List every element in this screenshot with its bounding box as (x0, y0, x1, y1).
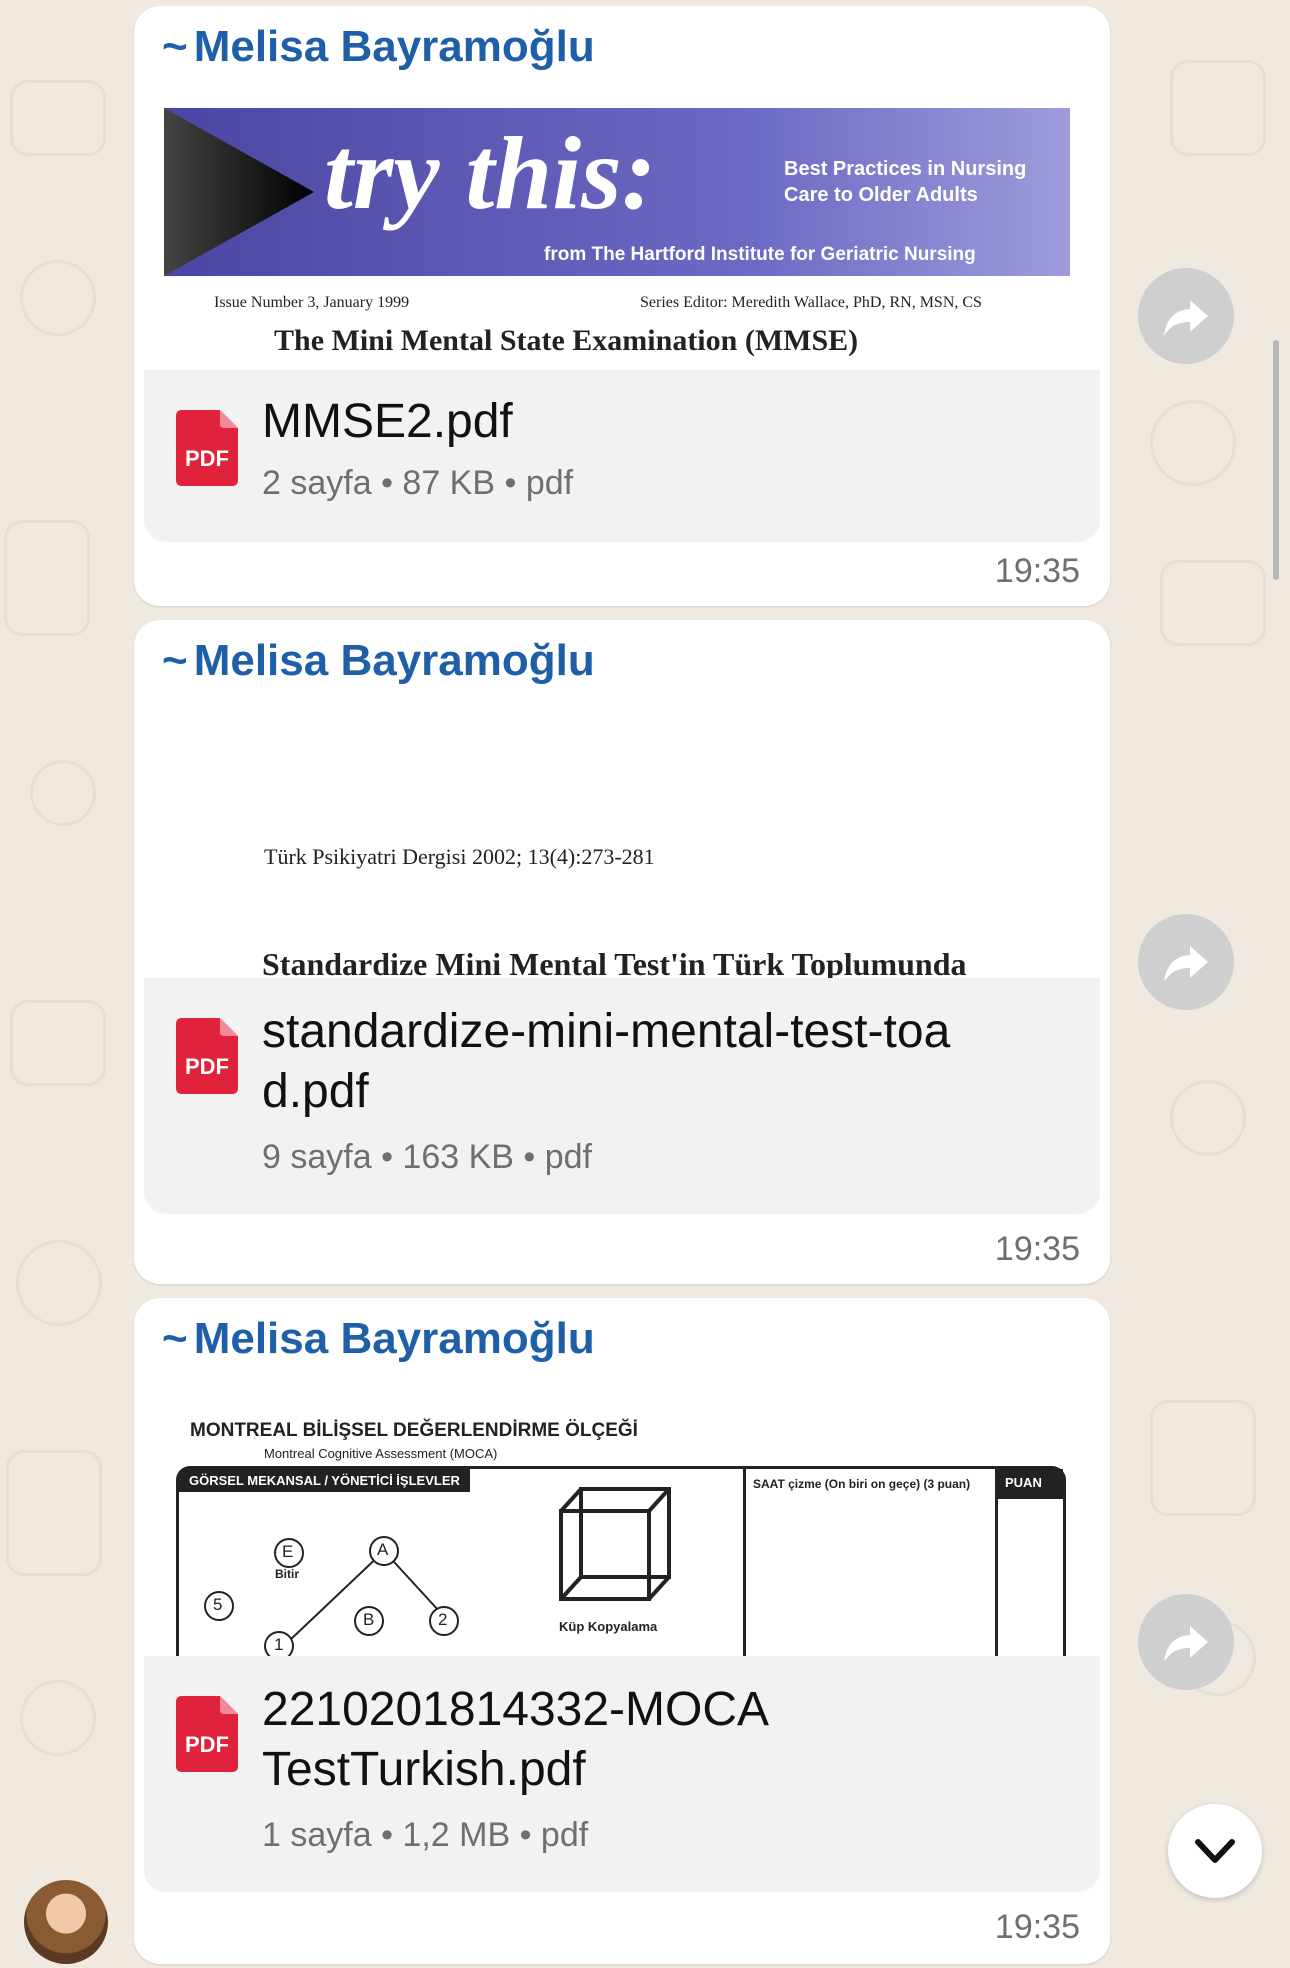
preview-banner: try this: Best Practices in Nursing Care… (164, 108, 1070, 276)
file-attachment[interactable]: PDF 2210201814332-MOCATestTurkish.pdf 1 … (144, 1656, 1100, 1892)
journal-line: Türk Psikiyatri Dergisi 2002; 13(4):273-… (264, 844, 655, 869)
document-preview[interactable]: MONTREAL BİLİŞSEL DEĞERLENDİRME ÖLÇEĞİ M… (144, 1390, 1100, 1656)
sender-name[interactable]: ~ Melisa Bayramoğlu (162, 636, 595, 686)
clock-label: SAAT çizme (On biri on geçe) (3 puan) (753, 1477, 971, 1491)
file-name: standardize-mini-mental-test-toad.pdf (262, 1005, 951, 1118)
message-bubble-1[interactable]: ~ Melisa Bayramoğlu try this: Best Practi… (134, 6, 1110, 606)
sender-name[interactable]: ~ Melisa Bayramoğlu (162, 22, 595, 72)
avatar[interactable] (24, 1880, 108, 1964)
banner-from: from The Hartford Institute for Geriatri… (544, 244, 976, 265)
forward-arrow-icon (1164, 1626, 1208, 1662)
svg-text:PDF: PDF (185, 1732, 229, 1757)
banner-subtitle: Best Practices in Nursing Care to Older … (784, 158, 1027, 206)
trail-node: 5 (213, 1595, 223, 1614)
pdf-file-icon: PDF (176, 410, 238, 486)
forward-button[interactable] (1138, 1594, 1234, 1690)
bitir-label: Bitir (275, 1567, 299, 1581)
file-meta: 9 sayfa • 163 KB • pdf (262, 1138, 593, 1176)
sender-name[interactable]: ~ Melisa Bayramoğlu (162, 1314, 595, 1364)
trail-node: 1 (274, 1635, 284, 1654)
document-preview[interactable]: Türk Psikiyatri Dergisi 2002; 13(4):273-… (144, 712, 1100, 978)
file-attachment[interactable]: PDF MMSE2.pdf 2 sayfa • 87 KB • pdf (144, 370, 1100, 542)
forward-button[interactable] (1138, 268, 1234, 364)
cube-label: Küp Kopyalama (559, 1619, 658, 1634)
file-name: 2210201814332-MOCATestTurkish.pdf (262, 1683, 770, 1796)
moca-subtitle: Montreal Cognitive Assessment (MOCA) (264, 1446, 498, 1461)
trail-node: B (363, 1610, 375, 1629)
banner-triangle-icon (164, 108, 314, 276)
file-meta: 2 sayfa • 87 KB • pdf (262, 464, 574, 502)
forward-button[interactable] (1138, 914, 1234, 1010)
issue-line: Issue Number 3, January 1999 (214, 294, 410, 311)
preview-heading: The Mini Mental State Examination (MMSE) (274, 324, 859, 357)
message-time: 19:35 (994, 1908, 1080, 1946)
message-time: 19:35 (994, 1230, 1080, 1268)
forward-arrow-icon (1164, 946, 1208, 982)
file-name: MMSE2.pdf (262, 395, 513, 448)
scroll-indicator[interactable] (1273, 340, 1279, 580)
editor-line: Series Editor: Meredith Wallace, PhD, RN… (640, 294, 982, 311)
score-label: PUAN (1005, 1475, 1042, 1490)
file-attachment[interactable]: PDF standardize-mini-mental-test-toad.pd… (144, 978, 1100, 1214)
pdf-file-icon: PDF (176, 1018, 238, 1094)
scroll-down-button[interactable] (1168, 1804, 1262, 1898)
trail-node: 2 (438, 1610, 448, 1629)
document-preview[interactable]: try this: Best Practices in Nursing Care… (144, 98, 1100, 370)
message-bubble-3[interactable]: ~ Melisa Bayramoğlu MONTREAL BİLİŞSEL DEĞ… (134, 1298, 1110, 1964)
file-meta: 1 sayfa • 1,2 MB • pdf (262, 1816, 589, 1854)
message-time: 19:35 (994, 552, 1080, 590)
moca-divider (743, 1469, 746, 1656)
forward-arrow-icon (1164, 300, 1208, 336)
moca-title: MONTREAL BİLİŞSEL DEĞERLENDİRME ÖLÇEĞİ (190, 1420, 638, 1441)
svg-text:PDF: PDF (185, 446, 229, 471)
svg-text:PDF: PDF (185, 1054, 229, 1079)
banner-title: try this: (324, 116, 657, 231)
chevron-down-icon (1195, 1839, 1235, 1863)
pdf-file-icon: PDF (176, 1696, 238, 1772)
trail-node: A (377, 1540, 389, 1559)
trail-node: E (282, 1542, 294, 1561)
message-bubble-2[interactable]: ~ Melisa Bayramoğlu Türk Psikiyatri Dergi… (134, 620, 1110, 1284)
moca-table: GÖRSEL MEKANSAL / YÖNETİCİ İŞLEVLER PUAN… (176, 1466, 1066, 1656)
preview-heading: Standardize Mini Mental Test'in Türk Top… (262, 946, 967, 978)
